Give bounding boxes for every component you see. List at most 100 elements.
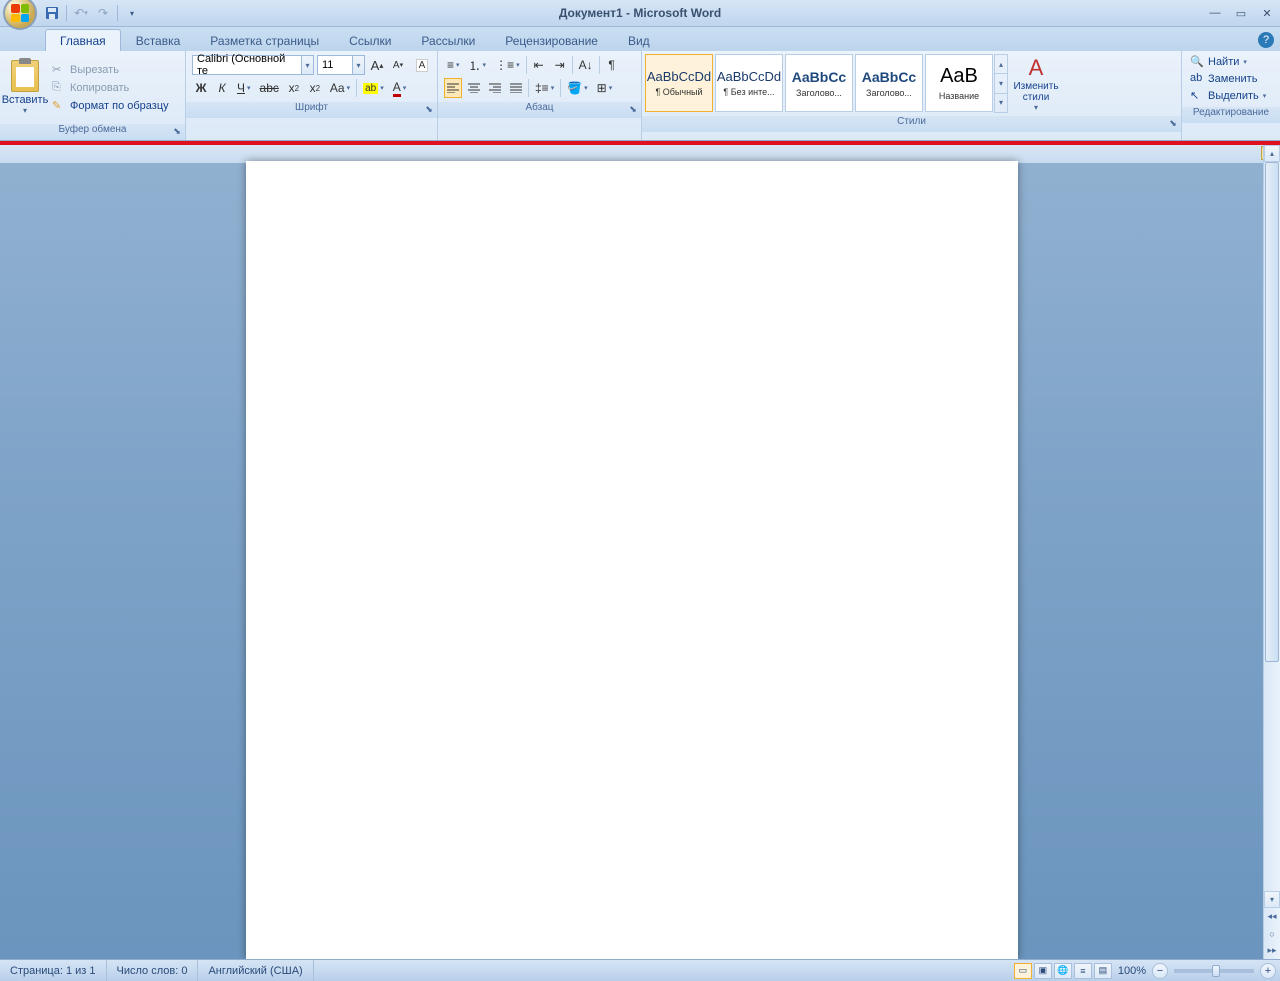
tab-references[interactable]: Ссылки (334, 29, 406, 51)
font-launcher[interactable]: ⬊ (423, 104, 435, 116)
styles-scroll-down[interactable]: ▾ (995, 73, 1007, 92)
shrink-font-button[interactable]: A▾ (389, 55, 407, 75)
close-button[interactable]: ✕ (1258, 6, 1276, 20)
paste-button[interactable]: Вставить ▾ (4, 58, 46, 117)
tab-page-layout[interactable]: Разметка страницы (195, 29, 334, 51)
show-marks-button[interactable]: ¶ (603, 55, 621, 75)
numbering-button[interactable]: ⒈▾ (466, 55, 490, 75)
view-draft-button[interactable]: ▤ (1094, 963, 1112, 979)
binoculars-icon: 🔍 (1190, 55, 1204, 69)
align-left-button[interactable] (444, 78, 462, 98)
scroll-up-button[interactable]: ▴ (1264, 145, 1280, 162)
style-heading2[interactable]: AaBbCc Заголово... (855, 54, 923, 112)
justify-button[interactable] (507, 78, 525, 98)
italic-button[interactable]: К (213, 78, 231, 98)
tab-home[interactable]: Главная (45, 29, 121, 51)
superscript-button[interactable]: x2 (306, 78, 324, 98)
select-button[interactable]: ↖ Выделить ▾ (1188, 88, 1274, 104)
replace-icon: ab (1190, 72, 1204, 86)
tab-review[interactable]: Рецензирование (490, 29, 613, 51)
status-language[interactable]: Английский (США) (198, 960, 313, 981)
shading-button[interactable]: 🪣▾ (564, 78, 590, 98)
change-case-button[interactable]: Aa▾ (327, 78, 353, 98)
style-no-spacing[interactable]: AaBbCcDd ¶ Без инте... (715, 54, 783, 112)
styles-gallery-scroll: ▴ ▾ ▾ (994, 54, 1008, 113)
bold-button[interactable]: Ж (192, 78, 210, 98)
multilevel-list-button[interactable]: ⋮≡▾ (492, 55, 523, 75)
previous-page-button[interactable]: ◂◂ (1264, 908, 1280, 925)
clipboard-launcher[interactable]: ⬊ (171, 126, 183, 138)
paragraph-launcher[interactable]: ⬊ (627, 104, 639, 116)
paragraph-label-text: Абзац (525, 102, 553, 113)
highlight-button[interactable]: ab▾ (360, 78, 387, 98)
borders-button[interactable]: ⊞▾ (594, 78, 616, 98)
replace-button[interactable]: ab Заменить (1188, 71, 1274, 87)
font-name-combo[interactable]: Calibri (Основной те (192, 55, 302, 75)
scroll-down-button[interactable]: ▾ (1264, 891, 1280, 908)
style-normal[interactable]: AaBbCcDd ¶ Обычный (645, 54, 713, 112)
styles-expand[interactable]: ▾ (995, 93, 1007, 112)
align-center-button[interactable] (465, 78, 483, 98)
bullets-button[interactable]: ≡▾ (444, 55, 463, 75)
change-styles-button[interactable]: A Изменить стили ▾ (1008, 53, 1064, 114)
tab-view[interactable]: Вид (613, 29, 665, 51)
subscript-button[interactable]: x2 (285, 78, 303, 98)
group-editing-label: Редактирование (1182, 107, 1280, 123)
status-page[interactable]: Страница: 1 из 1 (0, 960, 107, 981)
tab-mailings[interactable]: Рассылки (406, 29, 490, 51)
window-controls: — ▭ ✕ (1206, 6, 1276, 20)
font-size-dropdown[interactable]: ▾ (353, 55, 365, 75)
underline-button[interactable]: Ч▾ (234, 78, 254, 98)
format-painter-label: Формат по образцу (70, 100, 169, 112)
format-painter-button[interactable]: ✎ Формат по образцу (48, 98, 173, 114)
minimize-button[interactable]: — (1206, 6, 1224, 20)
clear-formatting-button[interactable]: A (413, 55, 431, 75)
strikethrough-button[interactable]: abc (257, 78, 282, 98)
style-heading1[interactable]: AaBbCc Заголово... (785, 54, 853, 112)
line-spacing-button[interactable]: ‡≡▾ (532, 78, 557, 98)
document-page[interactable] (246, 161, 1018, 959)
find-button[interactable]: 🔍 Найти ▾ (1188, 54, 1274, 70)
font-size-combo[interactable]: 11 (317, 55, 353, 75)
redo-button[interactable]: ↷ (93, 3, 113, 23)
help-button[interactable]: ? (1258, 32, 1274, 48)
browse-object-button[interactable]: ○ (1264, 925, 1280, 942)
document-area (0, 145, 1263, 959)
undo-button[interactable]: ↶▾ (71, 3, 91, 23)
grow-font-button[interactable]: A▴ (368, 55, 386, 75)
scroll-thumb[interactable] (1265, 162, 1279, 662)
style-name: Название (939, 91, 979, 101)
view-full-screen-button[interactable]: ▣ (1034, 963, 1052, 979)
align-right-button[interactable] (486, 78, 504, 98)
styles-launcher[interactable]: ⬊ (1167, 118, 1179, 130)
zoom-in-button[interactable]: + (1260, 963, 1276, 979)
cut-button[interactable]: ✂ Вырезать (48, 62, 173, 78)
decrease-indent-button[interactable]: ⇤ (530, 55, 548, 75)
status-word-count[interactable]: Число слов: 0 (107, 960, 199, 981)
increase-indent-button[interactable]: ⇥ (551, 55, 569, 75)
copy-button[interactable]: ⎘ Копировать (48, 80, 173, 96)
font-color-button[interactable]: A▾ (390, 78, 410, 98)
view-web-layout-button[interactable]: 🌐 (1054, 963, 1072, 979)
view-print-layout-button[interactable]: ▭ (1014, 963, 1032, 979)
next-page-button[interactable]: ▸▸ (1264, 942, 1280, 959)
maximize-button[interactable]: ▭ (1232, 6, 1250, 20)
style-title[interactable]: AaB Название (925, 54, 993, 112)
sep (572, 56, 573, 74)
qat-customize-button[interactable]: ▾ (122, 3, 142, 23)
sort-button[interactable]: A↓ (576, 55, 596, 75)
font-name-dropdown[interactable]: ▾ (302, 55, 314, 75)
zoom-level[interactable]: 100% (1118, 965, 1146, 977)
view-outline-button[interactable]: ≡ (1074, 963, 1092, 979)
zoom-slider[interactable] (1174, 969, 1254, 973)
scroll-track[interactable] (1264, 162, 1280, 891)
cut-label: Вырезать (70, 64, 119, 76)
copy-label: Копировать (70, 82, 129, 94)
tab-insert[interactable]: Вставка (121, 29, 196, 51)
save-button[interactable] (42, 3, 62, 23)
zoom-out-button[interactable]: − (1152, 963, 1168, 979)
office-button[interactable] (3, 0, 37, 30)
zoom-slider-thumb[interactable] (1212, 965, 1220, 977)
clipboard-icon (11, 60, 39, 92)
styles-scroll-up[interactable]: ▴ (995, 55, 1007, 73)
